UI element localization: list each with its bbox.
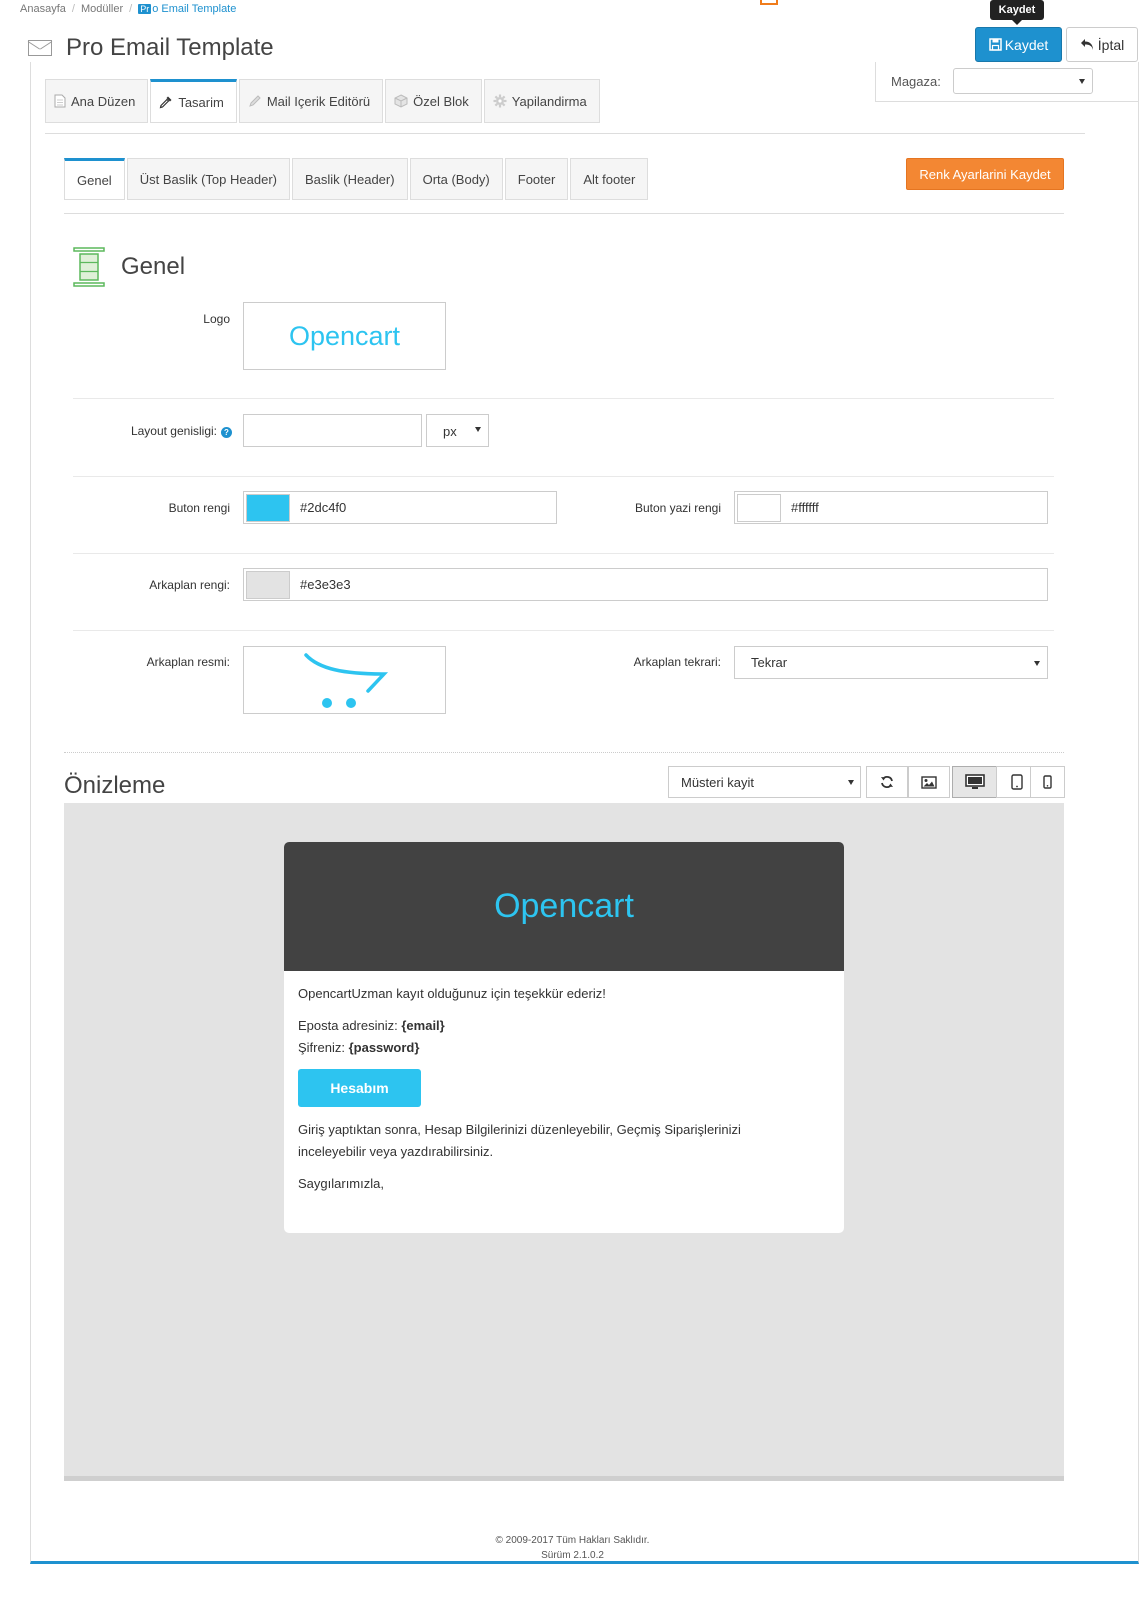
main-tabs: Ana Düzen Tasarim Mail Içerik Editörü Öz… — [45, 79, 602, 123]
row-divider — [73, 630, 1054, 631]
desktop-icon — [964, 774, 985, 789]
button-text-color-input[interactable]: #ffffff — [734, 491, 1048, 524]
subtab-genel[interactable]: Genel — [64, 158, 125, 200]
mobile-view-button[interactable] — [1030, 766, 1065, 798]
tab-ozel-blok[interactable]: Özel Blok — [385, 79, 482, 123]
breadcrumb-current[interactable]: o Email Template — [152, 3, 236, 15]
bg-repeat-select[interactable]: Tekrar — [734, 646, 1048, 679]
caret-down-icon — [848, 780, 854, 785]
tab-ana-duzen[interactable]: Ana Düzen — [45, 79, 149, 123]
row-divider — [73, 476, 1054, 477]
eyedropper-icon — [160, 96, 172, 109]
email-credentials: Eposta adresiniz: {email} Şifreniz: {pas… — [298, 1018, 445, 1055]
caret-down-icon — [1034, 660, 1040, 666]
button-color-swatch[interactable] — [246, 493, 290, 522]
footer-version: Sürüm 2.1.0.2 — [541, 1550, 604, 1561]
image-toggle-button[interactable] — [908, 766, 950, 798]
gear-icon — [493, 94, 507, 108]
email-header-logo: Opencart — [494, 887, 634, 925]
pencil-icon — [249, 95, 261, 107]
cancel-label: İptal — [1097, 36, 1125, 53]
bg-image-picker[interactable] — [243, 646, 446, 714]
email-preview: Opencart OpencartUzman kayıt olduğunuz i… — [284, 842, 844, 1233]
save-button[interactable]: Kaydet — [975, 27, 1062, 62]
subtab-alt-footer[interactable]: Alt footer — [570, 158, 649, 200]
tablet-icon — [1011, 774, 1023, 790]
caret-down-icon — [1079, 79, 1085, 84]
desktop-view-button[interactable] — [952, 766, 997, 798]
store-select[interactable] — [953, 68, 1093, 94]
breadcrumb-modules[interactable]: Modüller — [81, 3, 123, 15]
bg-repeat-label: Arkaplan tekrari: — [633, 655, 721, 669]
button-text-color-swatch[interactable] — [737, 493, 781, 522]
divider — [45, 133, 1085, 134]
cart-image — [304, 653, 389, 708]
document-icon — [54, 94, 66, 108]
image-icon — [921, 775, 937, 789]
layout-unit-select[interactable]: px — [426, 414, 489, 447]
bg-image-label: Arkaplan resmi: — [146, 655, 230, 669]
page-title: Pro Email Template — [66, 34, 274, 61]
tab-yapilandirma[interactable]: Yapilandirma — [483, 79, 600, 123]
cube-icon — [394, 94, 408, 108]
section-title: Genel — [73, 246, 185, 288]
store-label: Magaza: — [891, 74, 941, 89]
template-select[interactable]: Müsteri kayit — [668, 766, 861, 798]
page-header: Pro Email Template — [28, 34, 274, 62]
store-selector: Magaza: — [875, 62, 1139, 102]
save-tooltip: Kaydet — [990, 0, 1044, 25]
section-title-text: Genel — [121, 253, 186, 280]
tab-tasarim[interactable]: Tasarim — [150, 79, 237, 123]
email-account-button[interactable]: Hesabım — [298, 1069, 421, 1107]
button-text-color-label: Buton yazi rengi — [634, 501, 721, 515]
caret-down-icon — [475, 426, 481, 432]
subtab-footer[interactable]: Footer — [504, 158, 569, 200]
footer-copyright: © 2009-2017 Tüm Hakları Saklıdır. — [495, 1535, 650, 1546]
preview-title: Önizleme — [64, 772, 166, 799]
bg-color-swatch[interactable] — [246, 570, 290, 599]
email-info-text: Giriş yaptıktan sonra, Hesap Bilgilerini… — [298, 1122, 741, 1159]
refresh-button[interactable] — [866, 766, 908, 798]
refresh-icon — [881, 776, 893, 788]
bg-color-input[interactable]: #e3e3e3 — [243, 568, 1048, 601]
notification-marker — [760, 0, 778, 5]
row-divider — [73, 553, 1054, 554]
email-header: Opencart — [284, 842, 844, 971]
layout-width-input[interactable] — [243, 414, 422, 447]
breadcrumb: Anasayfa / Modüller / Pr o Email Template — [20, 3, 237, 15]
breadcrumb-home[interactable]: Anasayfa — [20, 3, 66, 15]
save-icon — [988, 38, 1002, 51]
button-color-label: Buton rengi — [168, 501, 230, 515]
subtab-orta[interactable]: Orta (Body) — [409, 158, 503, 200]
envelope-icon — [28, 40, 52, 56]
sub-tabs: Genel Üst Baslik (Top Header) Baslik (He… — [64, 158, 650, 200]
email-body: OpencartUzman kayıt olduğunuz için teşek… — [284, 971, 844, 1217]
undo-icon — [1080, 39, 1093, 50]
columns-icon — [73, 247, 105, 287]
save-colors-button[interactable]: Renk Ayarlarini Kaydet — [906, 158, 1064, 190]
subtab-ust-baslik[interactable]: Üst Baslik (Top Header) — [126, 158, 290, 200]
layout-width-label: Layout genisligi:? — [90, 424, 232, 438]
divider — [64, 213, 1064, 214]
row-divider — [73, 398, 1054, 399]
email-preview-area: Opencart OpencartUzman kayıt olduğunuz i… — [64, 803, 1064, 1481]
logo-label: Logo — [203, 312, 230, 326]
subtab-baslik[interactable]: Baslik (Header) — [291, 158, 408, 200]
save-label: Kaydet — [1004, 36, 1049, 53]
divider — [64, 752, 1064, 753]
breadcrumb-badge: Pr — [138, 4, 152, 14]
cancel-button[interactable]: İptal — [1066, 27, 1138, 62]
tab-mail-icerik-editoru[interactable]: Mail Içerik Editörü — [238, 79, 384, 123]
button-color-input[interactable]: #2dc4f0 — [243, 491, 557, 524]
logo-text: Opencart — [288, 320, 401, 351]
logo-image-picker[interactable]: Opencart — [243, 302, 446, 370]
help-icon[interactable]: ? — [221, 427, 232, 438]
bg-color-label: Arkaplan rengi: — [149, 578, 230, 592]
email-thanks-text: OpencartUzman kayıt olduğunuz için teşek… — [298, 986, 606, 1001]
email-regards-text: Saygılarımızla, — [298, 1176, 384, 1191]
mobile-icon — [1043, 775, 1052, 789]
